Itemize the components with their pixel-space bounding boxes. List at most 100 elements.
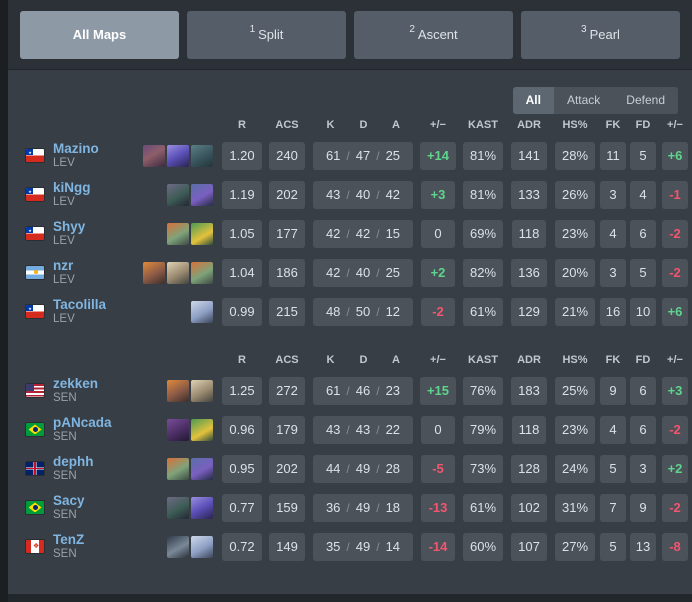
agents-cell — [138, 488, 220, 527]
col-header-kast[interactable]: KAST — [460, 349, 506, 371]
kda-separator: / — [376, 461, 380, 476]
table-row[interactable]: nzr LEV 1.04 186 42 / 40 / 25 +2 82% 136 20% 3 5 -2 — [8, 253, 692, 292]
col-header-r[interactable]: R — [220, 114, 264, 136]
stat-fd: 3 — [628, 449, 658, 488]
stat-kast: 73% — [460, 449, 506, 488]
table-row[interactable]: ★ Mazino LEV 1.20 240 61 / 47 / 25 +14 81% 141 28% 11 5… — [8, 136, 692, 175]
table-row[interactable]: ★ Shyy LEV 1.05 177 42 / 42 / 15 0 69% 118 23% 4 6 -2 — [8, 214, 692, 253]
table-row[interactable]: pANcada SEN 0.96 179 43 / 43 / 22 0 79% 118 23% 4 6 -2 — [8, 410, 692, 449]
adr-value: 107 — [511, 532, 547, 561]
col-header-fkfd-diff[interactable]: +/− — [658, 349, 692, 371]
table-row[interactable]: Sacy SEN 0.77 159 36 / 49 / 18 -13 61% 102 31% 7 9 -2 — [8, 488, 692, 527]
match-stats-page: All Maps 1 Split 2 Ascent 3 Pearl All Attack Def… — [0, 0, 692, 602]
adr-value: 133 — [511, 180, 547, 209]
kd-diff-value: -13 — [421, 493, 455, 522]
col-header-d[interactable]: D — [346, 354, 381, 366]
agent-viper — [167, 183, 189, 206]
col-header-a[interactable]: A — [381, 119, 411, 131]
table-row[interactable]: ❖ TenZ SEN 0.72 149 35 / 49 / 14 -14 60% 107 27% 5 13 -8 — [8, 527, 692, 566]
player-cell[interactable]: Sacy SEN — [8, 488, 138, 527]
adr-value: 118 — [511, 219, 547, 248]
stat-hs: 26% — [552, 175, 598, 214]
stat-fk: 4 — [598, 410, 628, 449]
player-cell[interactable]: ★ kiNgg LEV — [8, 175, 138, 214]
col-header-plusminus[interactable]: +/− — [416, 349, 460, 371]
map-tab-all-maps[interactable]: All Maps — [20, 10, 179, 59]
player-cell[interactable]: ★ Mazino LEV — [8, 136, 138, 175]
col-header-fkfd-diff[interactable]: +/− — [658, 114, 692, 136]
kills-value: 48 — [325, 304, 341, 319]
player-name[interactable]: zekken — [53, 376, 98, 392]
flag-icon-chile: ★ — [26, 304, 44, 318]
col-header-plusminus[interactable]: +/− — [416, 114, 460, 136]
player-cell[interactable]: ★ Tacolilla LEV — [8, 292, 138, 331]
player-name[interactable]: Mazino — [53, 141, 99, 157]
table-header-row: R ACS K D A +/− KAST ADR HS% FK FD +/− — [8, 349, 692, 371]
kills-value: 42 — [325, 265, 341, 280]
col-header-k[interactable]: K — [315, 119, 346, 131]
player-cell[interactable]: nzr LEV — [8, 253, 138, 292]
stat-hs: 20% — [552, 253, 598, 292]
col-header-player[interactable] — [8, 349, 138, 371]
player-cell[interactable]: ❖ TenZ SEN — [8, 527, 138, 566]
col-header-acs[interactable]: ACS — [264, 349, 310, 371]
map-tab-split[interactable]: 1 Split — [187, 10, 346, 59]
side-filter-all[interactable]: All — [512, 87, 554, 114]
player-name[interactable]: pANcada — [53, 415, 112, 431]
player-name[interactable]: Tacolilla — [53, 297, 106, 313]
col-header-kast[interactable]: KAST — [460, 114, 506, 136]
player-name[interactable]: Shyy — [53, 219, 85, 235]
stat-rating: 1.20 — [220, 136, 264, 175]
stat-kd-diff: -13 — [416, 488, 460, 527]
col-header-r[interactable]: R — [220, 349, 264, 371]
player-cell[interactable]: ★ Shyy LEV — [8, 214, 138, 253]
table-row[interactable]: ★ Tacolilla LEV 0.99 215 48/50/12 -2 61% 129 21% 1… — [8, 292, 692, 331]
col-header-d[interactable]: D — [346, 119, 381, 131]
map-tab-pearl[interactable]: 3 Pearl — [521, 10, 680, 59]
stat-rating: 0.77 — [220, 488, 264, 527]
player-name[interactable]: TenZ — [53, 532, 84, 548]
stat-fk: 9 — [598, 371, 628, 410]
agent-skye-dark — [143, 144, 165, 167]
col-header-adr[interactable]: ADR — [506, 114, 552, 136]
stat-kda: 42 / 40 / 25 — [310, 253, 416, 292]
fkfd-diff-value: -1 — [662, 180, 688, 209]
col-header-fk[interactable]: FK — [598, 349, 628, 371]
map-tab-ascent[interactable]: 2 Ascent — [354, 10, 513, 59]
player-name[interactable]: Sacy — [53, 493, 85, 509]
flag-icon-united-kingdom — [26, 461, 44, 475]
col-header-fd[interactable]: FD — [628, 114, 658, 136]
table-row[interactable]: ★ kiNgg LEV 1.19 202 43 / 40 / 42 +3 81% 133 26% 3 4 -1 — [8, 175, 692, 214]
stat-fk: 3 — [598, 175, 628, 214]
col-header-adr[interactable]: ADR — [506, 349, 552, 371]
col-header-fk[interactable]: FK — [598, 114, 628, 136]
player-name[interactable]: nzr — [53, 258, 75, 274]
col-header-hs[interactable]: HS% — [552, 114, 598, 136]
side-filter-defend[interactable]: Defend — [613, 87, 678, 114]
col-header-player[interactable] — [8, 114, 138, 136]
col-header-k[interactable]: K — [315, 354, 346, 366]
side-filter-attack[interactable]: Attack — [553, 87, 614, 114]
stat-kda: 42 / 42 / 15 — [310, 214, 416, 253]
col-header-fd[interactable]: FD — [628, 349, 658, 371]
player-cell[interactable]: dephh SEN — [8, 449, 138, 488]
col-header-hs[interactable]: HS% — [552, 349, 598, 371]
player-name[interactable]: kiNgg — [53, 180, 91, 196]
col-header-a[interactable]: A — [381, 354, 411, 366]
table-row[interactable]: zekken SEN 1.25 272 61 / 46 / 23 +15 76% 183 25% 9 6 +3 — [8, 371, 692, 410]
col-header-acs[interactable]: ACS — [264, 114, 310, 136]
col-header-kda: KDA — [310, 349, 416, 371]
kda-separator: / — [346, 383, 350, 398]
fk-value: 3 — [600, 258, 626, 287]
stat-adr: 128 — [506, 449, 552, 488]
player-cell[interactable]: zekken SEN — [8, 371, 138, 410]
kda-separator: / — [346, 187, 350, 202]
player-cell[interactable]: pANcada SEN — [8, 410, 138, 449]
player-name[interactable]: dephh — [53, 454, 94, 470]
kd-diff-value: -2 — [421, 297, 455, 326]
stat-kda: 61 / 46 / 23 — [310, 371, 416, 410]
kills-value: 36 — [325, 500, 341, 515]
table-row[interactable]: dephh SEN 0.95 202 44 / 49 / 28 -5 73% 128 24% 5 3 +2 — [8, 449, 692, 488]
stat-fk: 16 — [598, 292, 628, 331]
kast-value: 60% — [462, 532, 504, 561]
